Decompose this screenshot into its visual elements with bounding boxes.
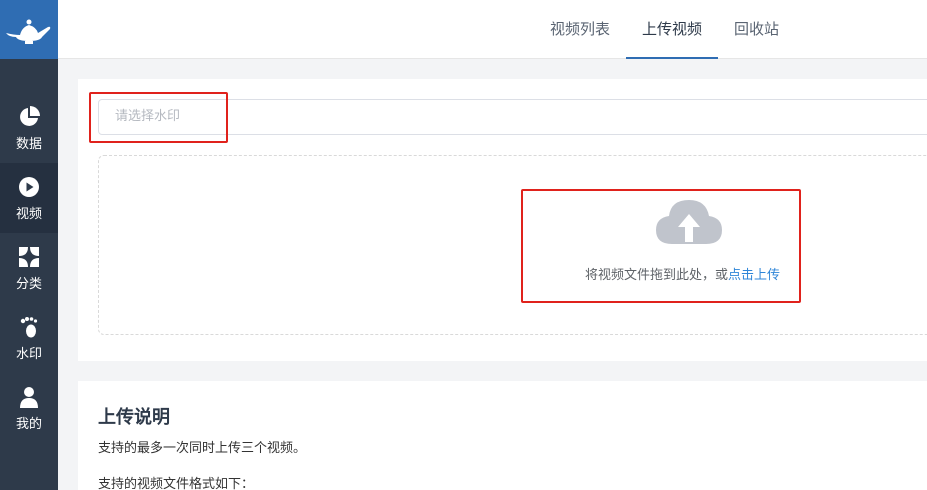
logo[interactable]: [0, 0, 58, 59]
tab-recycle-bin[interactable]: 回收站: [718, 0, 795, 59]
category-icon: [17, 245, 41, 269]
sidebar-item-video[interactable]: 视频: [0, 163, 58, 233]
sidebar-item-label: 分类: [15, 276, 42, 292]
play-icon: [17, 175, 41, 199]
upload-info-card: 上传说明 支持的最多一次同时上传三个视频。 支持的视频文件格式如下：: [78, 381, 927, 490]
info-line-formats: 支持的视频文件格式如下：: [98, 477, 255, 490]
tab-bar: 视频列表 上传视频 回收站: [534, 0, 795, 59]
magic-lamp-icon: [6, 19, 51, 44]
sidebar-item-category[interactable]: 分类: [0, 233, 58, 303]
sidebar-item-watermark[interactable]: 水印: [0, 303, 58, 373]
sidebar: 数据 视频 分类 水印 我的: [0, 0, 58, 490]
info-line-max: 支持的最多一次同时上传三个视频。: [98, 441, 307, 456]
user-icon: [17, 385, 41, 409]
sidebar-item-label: 水印: [15, 346, 42, 362]
tab-video-list[interactable]: 视频列表: [534, 0, 626, 59]
sidebar-item-data[interactable]: 数据: [0, 93, 58, 163]
sidebar-item-mine[interactable]: 我的: [0, 373, 58, 443]
info-title: 上传说明: [98, 407, 170, 428]
highlight-box-dropzone: [521, 189, 801, 303]
sidebar-item-label: 数据: [15, 136, 42, 152]
upload-dropzone[interactable]: 将视频文件拖到此处，或点击上传: [98, 155, 927, 335]
tab-upload-video[interactable]: 上传视频: [626, 0, 719, 59]
sidebar-item-label: 我的: [15, 416, 42, 432]
pie-chart-icon: [17, 105, 41, 129]
footprint-icon: [17, 315, 41, 339]
sidebar-item-label: 视频: [15, 206, 42, 222]
highlight-box-watermark: [89, 92, 228, 143]
top-header: 视频列表 上传视频 回收站: [58, 0, 927, 59]
